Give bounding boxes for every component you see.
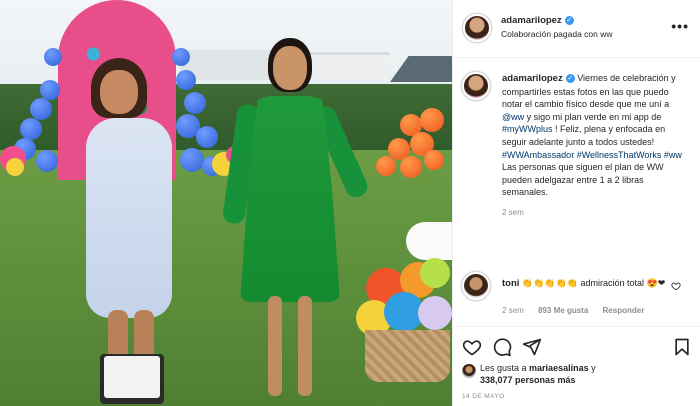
balloon — [176, 70, 196, 90]
hashtag-link[interactable]: #WWAmbassador — [502, 150, 574, 160]
balloon — [376, 156, 396, 176]
caption-username[interactable]: adamarilopez — [502, 73, 563, 84]
balloon — [40, 80, 60, 100]
comment-time[interactable]: 2 sem — [502, 306, 524, 315]
likes-prefix: Les gusta a — [480, 363, 530, 373]
balloon — [180, 148, 204, 172]
post-caption: adamarilopez ✓ Viernes de celebración y c… — [502, 72, 688, 220]
post-date[interactable]: 14 DE MAYO — [462, 393, 505, 400]
photo-cake — [406, 222, 452, 260]
post-header: adamarilopez ✓ Colaboración pagada con ww… — [453, 0, 700, 58]
commenter-username[interactable]: toni — [502, 278, 519, 289]
author-info: adamarilopez ✓ Colaboración pagada con ww — [501, 15, 613, 39]
comment-text: 👏👏👏👏👏 admiración total — [519, 278, 647, 288]
balloon — [30, 98, 52, 120]
hashtag-link[interactable]: #ww — [664, 150, 682, 160]
liker-avatar[interactable] — [462, 364, 476, 378]
like-heart-icon[interactable] — [462, 337, 482, 357]
bathroom-scale-top — [104, 356, 160, 398]
balloon — [172, 48, 190, 66]
balloon — [196, 126, 218, 148]
caption-text: y sigo mi plan verde en mi app de — [524, 111, 662, 122]
caption-author-avatar[interactable] — [462, 72, 490, 100]
person-right-face — [273, 46, 307, 90]
mention-link[interactable]: @ww — [502, 112, 524, 122]
comment-likes[interactable]: 893 Me gusta — [538, 306, 588, 315]
likes-summary: Les gusta a mariaesalinas y 338,077 pers… — [480, 362, 596, 386]
balloon — [44, 48, 62, 66]
person-right-leg — [268, 296, 282, 396]
person-right-leg — [298, 296, 312, 396]
comment-like-heart-icon[interactable] — [671, 281, 681, 291]
comment: toni 👏👏👏👏👏 admiración total 😍❤ 2 sem 893… — [502, 277, 672, 317]
bookmark-save-icon[interactable] — [672, 337, 692, 357]
comment-emoji: 😍❤ — [646, 278, 666, 288]
hashtag-link[interactable]: #myWWplus — [502, 124, 553, 134]
balloon — [424, 150, 444, 170]
post-photo[interactable] — [0, 0, 452, 406]
likes-suffix: y — [588, 363, 596, 373]
balloon — [420, 108, 444, 132]
person-left-dress — [86, 118, 172, 318]
paper-flower — [6, 158, 24, 176]
paid-partnership-label[interactable]: Colaboración pagada con ww — [501, 29, 613, 39]
reply-button[interactable]: Responder — [603, 306, 645, 315]
caption-text: Las personas que siguen el plan de WW pu… — [502, 162, 664, 198]
likes-count[interactable]: 338,077 personas más — [480, 374, 596, 386]
caption-time[interactable]: 2 sem — [502, 207, 688, 220]
author-avatar[interactable] — [463, 14, 491, 42]
comment-meta: 2 sem 893 Me gusta Responder — [502, 304, 672, 317]
liker-username[interactable]: mariaesalinas — [529, 363, 589, 373]
balloon — [20, 118, 42, 140]
hashtag-link[interactable]: #WellnessThatWorks — [577, 150, 662, 160]
photo-basket — [365, 330, 450, 382]
comment-bubble-icon[interactable] — [492, 337, 512, 357]
paper-plane-share-icon[interactable] — [522, 337, 542, 357]
person-left-face — [100, 70, 138, 114]
paper-flower — [420, 258, 450, 288]
likes-line-1: Les gusta a mariaesalinas y — [480, 362, 596, 374]
commenter-avatar[interactable] — [462, 272, 490, 300]
balloon — [36, 150, 58, 172]
balloon — [400, 156, 422, 178]
balloon — [184, 92, 206, 114]
photo-cruise-ship — [300, 52, 390, 80]
person-right-green-dress — [240, 96, 340, 302]
author-username[interactable]: adamarilopez — [501, 15, 562, 26]
paper-flower — [418, 296, 452, 330]
more-options-icon[interactable]: ••• — [671, 18, 689, 34]
verified-badge-icon: ✓ — [564, 16, 574, 26]
verified-badge-icon: ✓ — [565, 74, 575, 84]
